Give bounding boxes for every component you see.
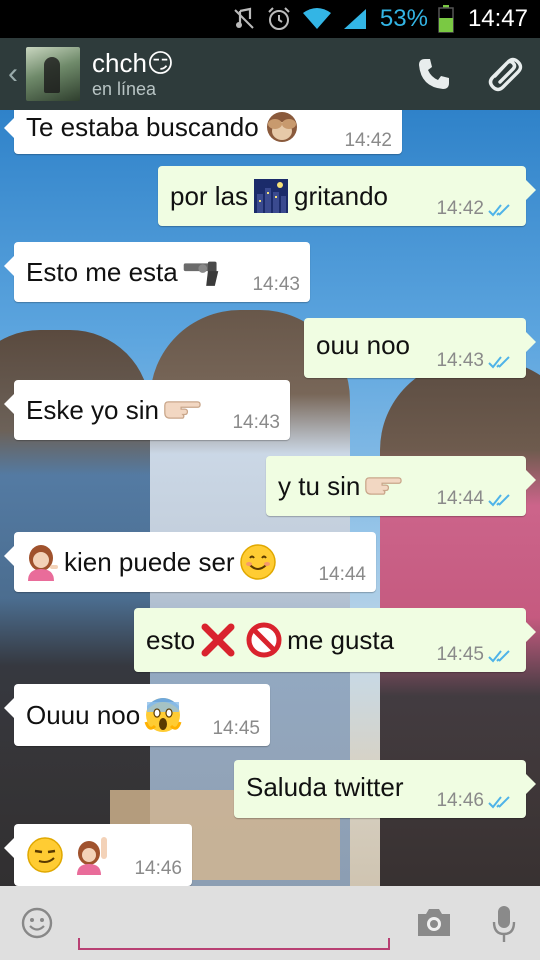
message-bubble-incoming[interactable]: Eske yo sin 14:43 [4, 380, 290, 440]
message-bubble-incoming[interactable]: 14:46 [4, 824, 192, 886]
cross-mark-icon [199, 621, 237, 659]
message-time: 14:44 [318, 564, 366, 585]
battery-icon [438, 5, 454, 33]
message-text: Eske yo sin [26, 394, 159, 425]
pistol-icon [182, 253, 220, 291]
message-bubble-incoming[interactable]: Esto me esta 14:43 [4, 242, 310, 302]
message-bubble-incoming[interactable]: Te estaba buscando 14:42 [4, 110, 402, 154]
pointing-right-icon [163, 391, 201, 429]
message-text: Saluda twitter [246, 771, 404, 802]
read-ticks-icon [488, 204, 510, 217]
battery-percent: 53% [379, 5, 428, 32]
raising-hand-girl-icon [72, 836, 110, 875]
status-bar: 53% 14:47 [0, 0, 540, 38]
message-text: Te estaba buscando [26, 111, 259, 142]
message-time: 14:45 [212, 718, 260, 739]
message-bubble-outgoing[interactable]: Saluda twitter 14:46 [234, 760, 536, 818]
message-text: Esto me esta [26, 256, 178, 287]
read-ticks-icon [488, 494, 510, 507]
see-no-evil-monkey-icon [263, 110, 301, 146]
attach-clip-icon[interactable] [484, 54, 524, 94]
message-time: 14:46 [436, 790, 484, 811]
contact-name: chch😏 [92, 48, 175, 78]
smirk-face-icon [26, 836, 64, 874]
message-time: 14:43 [232, 412, 280, 433]
message-text: por las [170, 180, 249, 211]
message-time: 14:46 [134, 858, 182, 879]
chat-area[interactable]: Te estaba buscando 14:42 por las gritand… [0, 110, 540, 886]
message-input-underline [78, 938, 390, 948]
microphone-icon[interactable] [492, 904, 516, 944]
message-text: Ouuu noo [26, 699, 141, 730]
emoji-smiley-icon[interactable] [20, 906, 54, 940]
contact-info[interactable]: chch😏 en línea [92, 48, 174, 100]
screaming-face-icon [144, 696, 182, 734]
message-bubble-outgoing[interactable]: y tu sin 14:44 [266, 456, 536, 516]
compose-bar [0, 886, 540, 960]
message-text: esto [146, 624, 196, 655]
back-chevron-icon[interactable]: ‹ [2, 38, 24, 110]
message-time: 14:42 [344, 130, 392, 151]
night-city-icon [252, 177, 290, 215]
chat-header: ‹ chch😏 en línea [0, 38, 540, 110]
message-text: kien puede ser [64, 546, 235, 577]
message-text: me gusta [287, 624, 395, 655]
wifi-icon [302, 7, 332, 31]
pointing-right-icon [364, 467, 403, 505]
message-time: 14:42 [436, 198, 484, 219]
message-bubble-outgoing[interactable]: por las gritando 14:42 [158, 166, 536, 226]
message-text: y tu sin [278, 470, 361, 501]
message-bubble-incoming[interactable]: Ouuu noo 14:45 [4, 684, 270, 746]
message-time: 14:43 [436, 350, 484, 371]
message-bubble-outgoing[interactable]: esto me gusta 14:45 [134, 608, 536, 672]
info-desk-girl-icon [22, 543, 60, 581]
message-text: gritando [294, 180, 389, 211]
clock: 14:47 [467, 5, 528, 32]
read-ticks-icon [488, 650, 510, 663]
message-time: 14:43 [252, 274, 300, 295]
mute-icon [232, 7, 256, 31]
signal-icon [342, 7, 368, 31]
smiling-face-icon [239, 543, 277, 581]
contact-status: en línea [92, 79, 157, 99]
phone-icon[interactable] [414, 54, 454, 94]
camera-icon[interactable] [416, 906, 452, 938]
message-bubble-incoming[interactable]: kien puede ser 14:44 [4, 532, 376, 592]
read-ticks-icon [488, 796, 510, 809]
read-ticks-icon [488, 356, 510, 369]
message-time: 14:44 [436, 488, 484, 509]
alarm-icon [266, 6, 292, 32]
message-text: ouu noo [316, 329, 410, 360]
message-time: 14:45 [436, 644, 484, 665]
message-bubble-outgoing[interactable]: ouu noo 14:43 [304, 318, 536, 378]
no-entry-icon [245, 621, 283, 659]
avatar[interactable] [26, 47, 80, 101]
